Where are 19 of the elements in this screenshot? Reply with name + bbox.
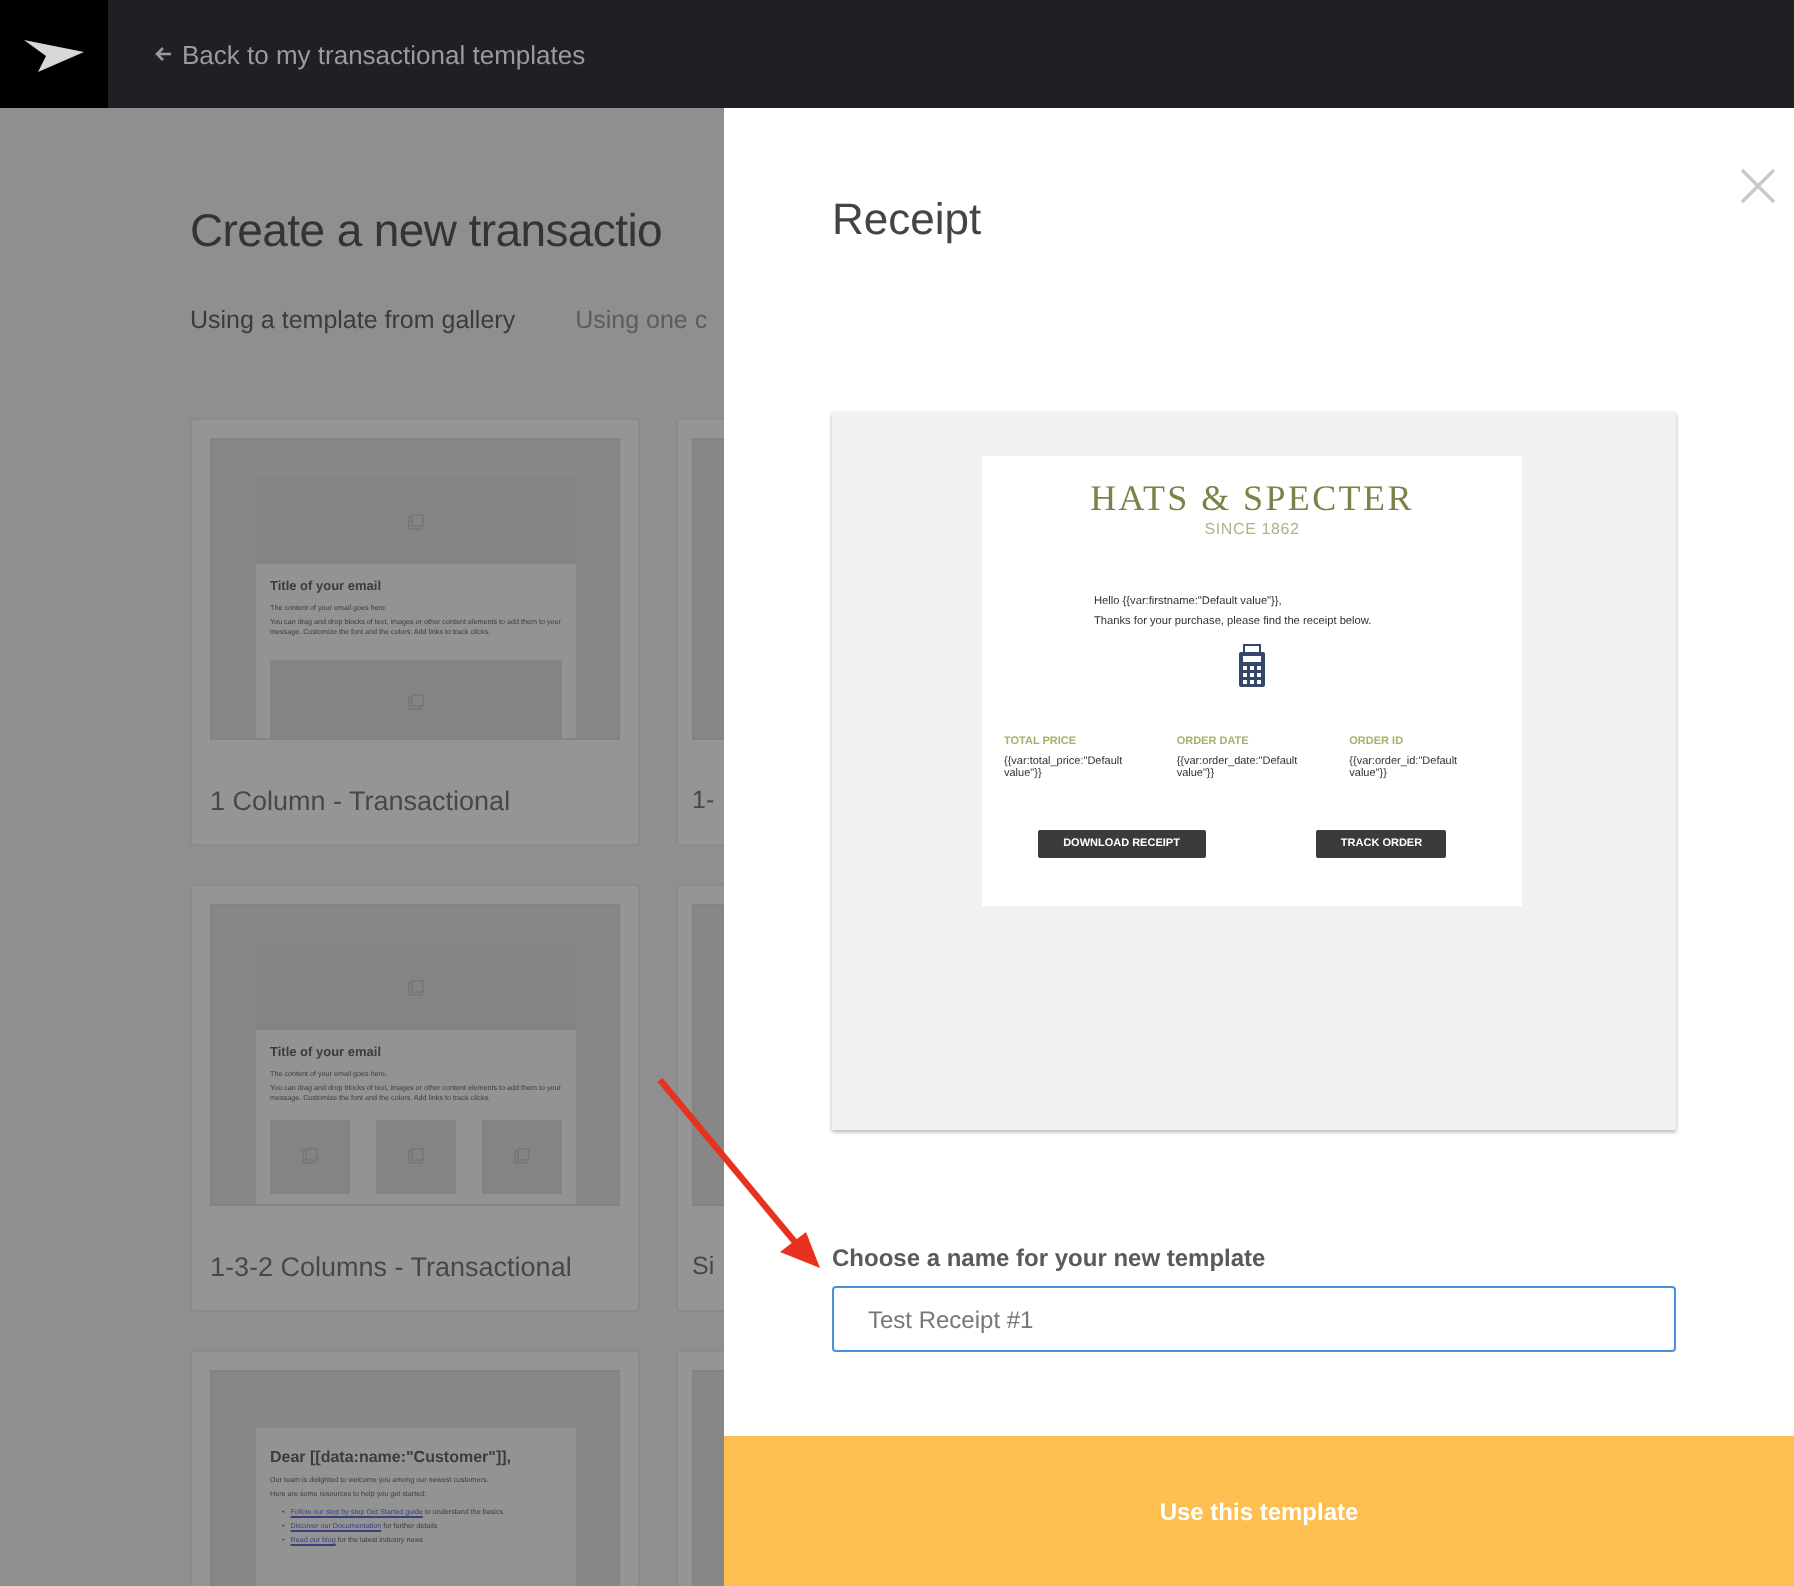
template-thumbnail[interactable] xyxy=(210,438,620,740)
back-link[interactable]: Back to my transactional templates xyxy=(154,39,586,69)
template-name: Si xyxy=(692,1252,717,1280)
back-arrow-icon xyxy=(154,46,172,62)
brand-name: HATS & SPECTER xyxy=(1088,478,1416,520)
email-title: Dear [[data:name:"Customer"]], xyxy=(270,1448,513,1466)
template-name: 1-3-2 Columns - Transactional xyxy=(210,1252,574,1282)
receipt-machine-icon xyxy=(1238,644,1266,688)
template-thumbnail[interactable] xyxy=(210,904,620,1206)
tab[interactable]: Using a template from gallery xyxy=(190,306,516,394)
template-name-field[interactable]: Test Receipt #1 xyxy=(832,1286,1676,1352)
brand-tagline: SINCE 1862 xyxy=(1202,520,1302,538)
field-label: Choose a name for your new template xyxy=(832,1244,1268,1272)
logo-icon[interactable] xyxy=(0,0,108,108)
template-name: 1- xyxy=(692,786,717,814)
modal-title: Receipt xyxy=(832,194,982,246)
template-name: 1 Column - Transactional xyxy=(210,786,513,816)
close-icon[interactable] xyxy=(1740,168,1776,204)
page-title: Create a new transactio xyxy=(190,204,663,258)
